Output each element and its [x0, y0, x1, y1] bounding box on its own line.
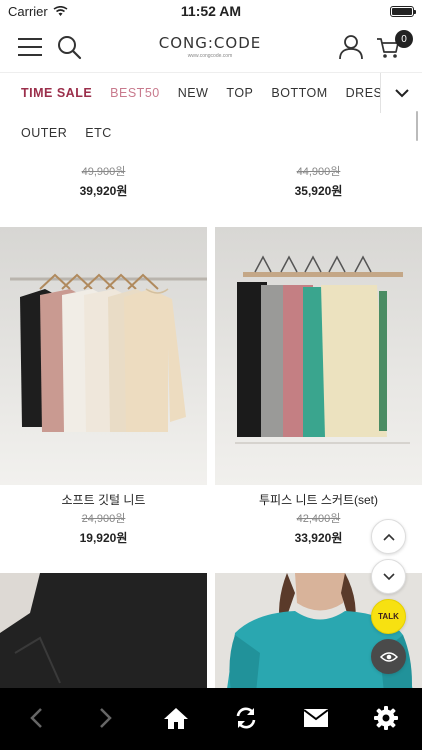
mail-icon[interactable] [300, 702, 332, 734]
category-row-primary: TIME SALE BEST50 NEW TOP BOTTOM DRESS [0, 73, 391, 113]
category-time-sale[interactable]: TIME SALE [21, 86, 92, 100]
scroll-up-button[interactable] [371, 519, 406, 554]
price-sale: 35,920원 [294, 184, 343, 198]
chevron-down-icon [394, 89, 409, 98]
product-image[interactable] [0, 227, 207, 485]
chevron-right-icon[interactable] [90, 702, 122, 734]
category-row-secondary: OUTER ETC [0, 113, 130, 153]
eye-icon [379, 651, 398, 662]
category-new[interactable]: NEW [178, 86, 209, 100]
category-best50[interactable]: BEST50 [110, 86, 160, 100]
chevron-up-icon [382, 533, 395, 541]
chevron-down-icon [382, 572, 395, 580]
user-icon[interactable] [338, 34, 364, 60]
product-name: 투피스 니트 스커트(set) [259, 493, 378, 507]
carrier-info: Carrier [8, 4, 68, 19]
wifi-icon [53, 5, 68, 16]
battery-icon [390, 5, 416, 17]
home-icon[interactable] [160, 702, 192, 734]
price-sale: 39,920원 [79, 184, 128, 198]
price-original: 44,900원 [296, 166, 341, 178]
hamburger-icon[interactable] [18, 38, 42, 56]
search-icon[interactable] [56, 34, 82, 60]
price-sale: 19,920원 [79, 531, 128, 545]
price-original: 24,900원 [81, 513, 126, 525]
app-header: CONG:CODE www.congcode.com 0 [0, 22, 422, 72]
brand-logo[interactable]: CONG:CODE www.congcode.com [140, 34, 280, 59]
category-etc[interactable]: ETC [85, 126, 112, 140]
cart-count-badge: 0 [395, 30, 413, 48]
talk-label: TALK [378, 612, 399, 621]
kakaotalk-button[interactable]: TALK [371, 599, 406, 634]
knit-sweaters-image [10, 273, 207, 432]
knit-skirts-image [235, 255, 410, 444]
black-top-image [0, 573, 207, 703]
bottom-toolbar [0, 688, 422, 750]
category-expand-button[interactable] [380, 73, 422, 113]
category-outer[interactable]: OUTER [21, 126, 67, 140]
category-nav: TIME SALE BEST50 NEW TOP BOTTOM DRESS OU… [0, 72, 422, 152]
category-bottom[interactable]: BOTTOM [271, 86, 327, 100]
carrier-label: Carrier [8, 3, 48, 19]
product-card[interactable]: 투피스 니트 스커트(set) 42,400원 33,920원 [215, 227, 422, 546]
scroll-down-button[interactable] [371, 559, 406, 594]
product-image[interactable] [215, 227, 422, 485]
product-name: 소프트 깃털 니트 [61, 493, 146, 507]
recently-viewed-button[interactable] [371, 639, 406, 674]
refresh-icon[interactable] [230, 702, 262, 734]
category-top[interactable]: TOP [226, 86, 253, 100]
gear-icon[interactable] [370, 702, 402, 734]
price-original: 49,900원 [81, 166, 126, 178]
product-image[interactable] [0, 573, 207, 703]
app-screen: 49,900원 39,920원 44,900원 35,920원 소프트 깃털 니… [0, 0, 422, 750]
product-card[interactable] [0, 573, 207, 703]
scrollbar[interactable] [416, 111, 418, 141]
logo-text: CONG:CODE [158, 34, 262, 52]
product-card[interactable]: 소프트 깃털 니트 24,900원 19,920원 [0, 227, 207, 546]
logo-subtext: www.congcode.com [187, 53, 233, 59]
status-bar: Carrier 11:52 AM [0, 0, 422, 22]
chevron-left-icon[interactable] [20, 702, 52, 734]
